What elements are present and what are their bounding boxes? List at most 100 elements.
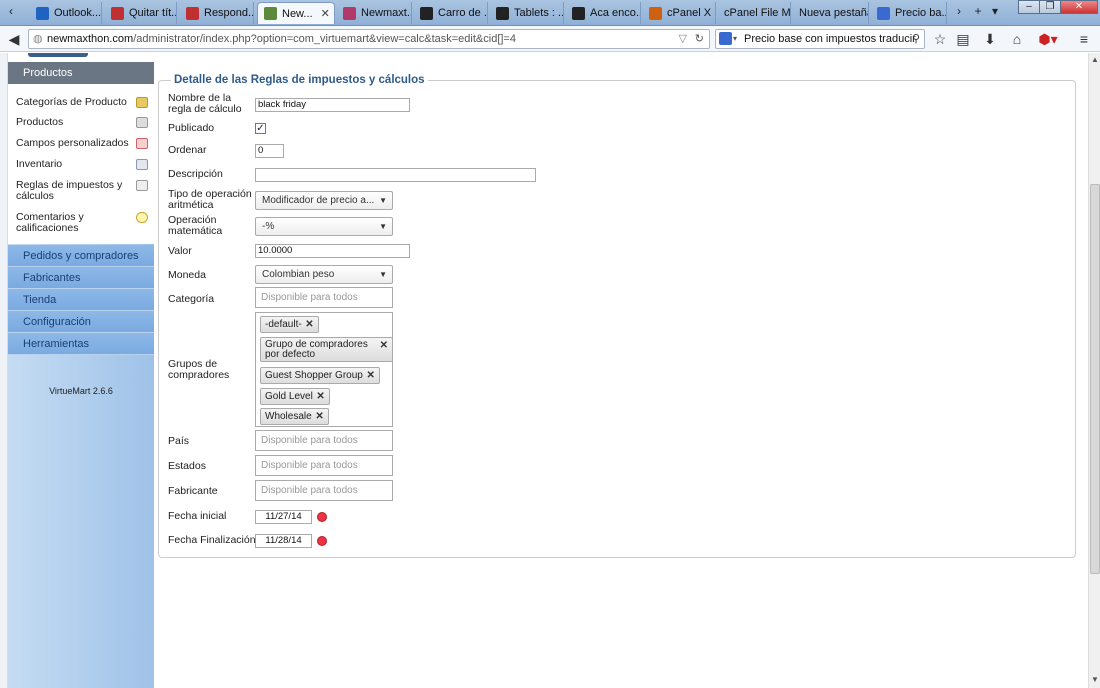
site-icon — [343, 6, 356, 20]
google-search-engine-icon[interactable] — [719, 32, 732, 45]
group-tag-label: Guest Shopper Group — [265, 370, 363, 381]
tab-8[interactable]: cPanel X ... — [643, 2, 716, 24]
scroll-tabs-right-icon[interactable]: › — [950, 4, 968, 20]
name-field[interactable]: black friday — [255, 98, 410, 112]
site-icon — [572, 6, 585, 20]
scroll-up-icon[interactable]: ▲ — [1091, 55, 1099, 64]
tab-label: Aca enco... — [590, 7, 641, 19]
sidebar-item-campos[interactable]: Campos personalizados — [16, 138, 136, 149]
close-window-icon[interactable]: ✕ — [1060, 0, 1098, 14]
group-tag: Guest Shopper Group ✕ — [260, 367, 380, 384]
site-icon — [420, 6, 433, 20]
states-multiselect[interactable]: Disponible para todos — [255, 455, 393, 476]
tab-11[interactable]: Precio ba... — [871, 2, 947, 24]
sidebar-item-categorias[interactable]: Categorías de Producto — [16, 97, 136, 108]
order-field[interactable]: 0 — [255, 144, 284, 158]
section-label: Productos — [23, 67, 73, 79]
calendar-icon[interactable] — [317, 536, 327, 546]
country-multiselect[interactable]: Disponible para todos — [255, 430, 393, 451]
sidebar-section-herramientas[interactable]: Herramientas — [8, 333, 154, 355]
scrollbar-thumb[interactable] — [1090, 184, 1100, 574]
tab-active[interactable]: New... ✕ — [257, 2, 335, 24]
tab-list-icon[interactable]: ▾ — [986, 4, 1004, 20]
tab-4[interactable]: Newmaxt... — [337, 2, 412, 24]
tab-2[interactable]: Respond... — [180, 2, 254, 24]
sidebar-section-productos[interactable]: Productos — [8, 62, 154, 84]
group-tag-label: -default- — [265, 319, 302, 330]
manufacturer-multiselect[interactable]: Disponible para todos — [255, 480, 393, 501]
tab-label: Respond... — [204, 7, 254, 19]
math-op-select[interactable]: -% ▼ — [255, 217, 393, 236]
section-label: Herramientas — [23, 338, 90, 350]
remove-tag-icon[interactable]: ✕ — [305, 317, 313, 332]
currency-label: Moneda — [168, 269, 206, 281]
maximize-icon[interactable]: ❐ — [1039, 0, 1061, 14]
tab-1[interactable]: Quitar tít... — [105, 2, 177, 24]
search-input[interactable]: ▾ Precio base con impuestos traducir ⚲ — [715, 29, 925, 49]
tab-label: New... — [282, 7, 313, 20]
outlook-icon — [36, 6, 49, 20]
op-type-value: Modificador de precio a... — [262, 195, 375, 206]
chevron-down-icon: ▼ — [379, 222, 387, 231]
remove-tag-icon[interactable]: ✕ — [315, 409, 323, 424]
minimize-icon[interactable]: – — [1018, 0, 1040, 14]
scroll-down-icon[interactable]: ▼ — [1091, 675, 1099, 684]
order-label: Ordenar — [168, 144, 207, 156]
url-dropdown-icon[interactable]: ▽ — [679, 30, 687, 48]
sidebar-section-fabricantes[interactable]: Fabricantes — [8, 267, 154, 289]
op-type-select[interactable]: Modificador de precio a... ▼ — [255, 191, 393, 210]
bookmarks-list-icon[interactable]: ▤ — [953, 31, 973, 48]
tab-0[interactable]: Outlook.... — [30, 2, 102, 24]
sidebar-item-inventario[interactable]: Inventario — [16, 159, 136, 170]
sidebar-item-reglas[interactable]: Reglas de impuestos y cálculos — [16, 180, 136, 202]
value-label: Valor — [168, 245, 192, 257]
search-icon[interactable]: ⚲ — [912, 30, 920, 48]
groups-multiselect[interactable]: -default- ✕ Grupo de compradores por defe… — [255, 312, 393, 427]
tab-9[interactable]: cPanel File M... — [718, 2, 791, 24]
math-op-value: -% — [262, 221, 275, 232]
remove-tag-icon[interactable]: ✕ — [366, 368, 374, 383]
value-field[interactable]: 10.0000 — [255, 244, 410, 258]
scroll-tabs-left-icon[interactable]: ‹ — [2, 4, 20, 20]
sidebar-item-comentarios[interactable]: Comentarios y calificaciones — [16, 212, 136, 234]
tab-7[interactable]: Aca enco... — [566, 2, 641, 24]
sidebar-section-pedidos[interactable]: Pedidos y compradores — [8, 245, 154, 267]
sidebar-section-configuracion[interactable]: Configuración — [8, 311, 154, 333]
back-icon[interactable]: ◀ — [4, 31, 24, 48]
adblock-icon[interactable]: ⬢▾ — [1036, 31, 1060, 48]
tab-label: Precio ba... — [895, 7, 947, 19]
custom-fields-icon — [136, 138, 148, 149]
tab-10[interactable]: Nueva pestaña — [793, 2, 869, 24]
reload-icon[interactable]: ↻ — [695, 30, 704, 48]
remove-tag-icon[interactable]: ✕ — [380, 341, 388, 351]
new-tab-icon[interactable]: + — [969, 4, 987, 20]
remove-tag-icon[interactable]: ✕ — [316, 389, 324, 404]
close-tab-icon[interactable]: ✕ — [321, 7, 330, 20]
start-date-field[interactable]: 11/27/14 — [255, 510, 312, 524]
calendar-icon[interactable] — [317, 512, 327, 522]
section-label: Pedidos y compradores — [23, 250, 139, 262]
tab-label: Quitar tít... — [129, 7, 177, 19]
google-icon — [877, 6, 890, 20]
virtuemart-logo — [8, 53, 154, 62]
menu-icon[interactable]: ≡ — [1074, 31, 1094, 47]
sidebar-section-tienda[interactable]: Tienda — [8, 289, 154, 311]
published-checkbox[interactable]: ✓ — [255, 123, 266, 134]
section-label: Fabricantes — [23, 272, 81, 284]
end-date-field[interactable]: 11/28/14 — [255, 534, 312, 548]
category-multiselect[interactable]: Disponible para todos — [255, 287, 393, 308]
left-gutter — [0, 53, 8, 688]
op-type-label: Tipo de operación aritmética — [168, 188, 252, 211]
sidebar-item-productos[interactable]: Productos — [16, 117, 136, 128]
description-field[interactable] — [255, 168, 536, 182]
downloads-icon[interactable]: ⬇ — [980, 31, 1000, 48]
home-icon[interactable]: ⌂ — [1007, 31, 1027, 47]
group-tag-label: Grupo de compradores por defecto — [265, 339, 368, 360]
address-bar[interactable]: ◍ newmaxthon.com/administrator/index.php… — [28, 29, 710, 49]
engine-dropdown-icon[interactable]: ▾ — [733, 30, 737, 48]
vertical-scrollbar[interactable]: ▲ ▼ — [1088, 53, 1100, 688]
tab-6[interactable]: Tablets : ... — [490, 2, 564, 24]
bookmark-star-icon[interactable]: ☆ — [930, 31, 950, 48]
currency-select[interactable]: Colombian peso ▼ — [255, 265, 393, 284]
tab-5[interactable]: Carro de ... — [414, 2, 488, 24]
